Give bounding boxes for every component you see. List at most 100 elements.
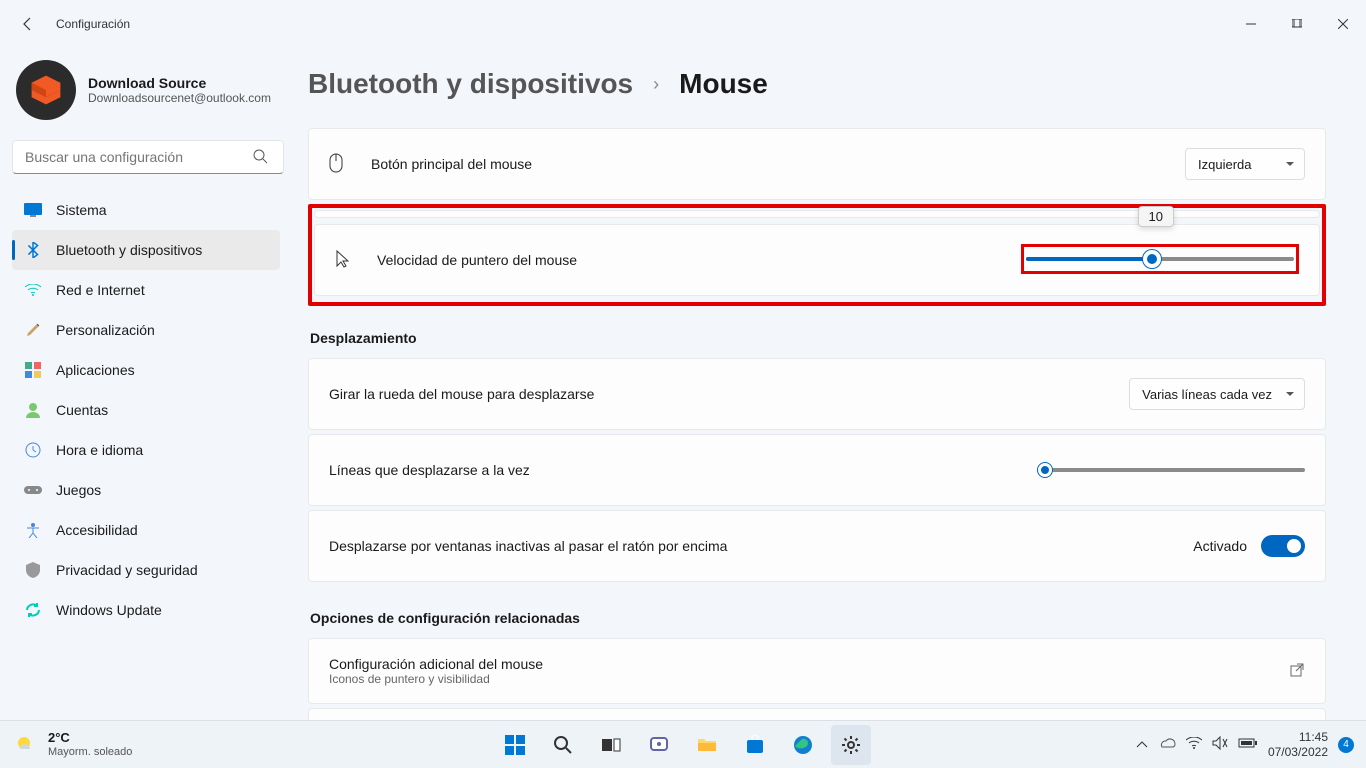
taskbar-edge[interactable] <box>783 725 823 765</box>
mouse-icon <box>329 153 351 176</box>
brush-icon <box>24 321 42 339</box>
onedrive-icon[interactable] <box>1158 737 1176 752</box>
breadcrumb-parent[interactable]: Bluetooth y dispositivos <box>308 68 633 100</box>
close-icon <box>1338 19 1348 29</box>
sidebar-item-gaming[interactable]: Juegos <box>12 470 280 510</box>
weather-desc: Mayorm. soleado <box>48 746 132 759</box>
search-box <box>12 140 292 174</box>
sidebar-item-system[interactable]: Sistema <box>12 190 280 230</box>
volume-icon[interactable] <box>1212 736 1228 753</box>
bluetooth-icon <box>24 241 42 259</box>
start-button[interactable] <box>495 725 535 765</box>
taskbar-search[interactable] <box>543 725 583 765</box>
edge-icon <box>792 734 814 756</box>
notification-badge[interactable]: 4 <box>1338 737 1354 753</box>
arrow-left-icon <box>20 16 36 32</box>
person-icon <box>24 401 42 419</box>
sidebar-item-accounts[interactable]: Cuentas <box>12 390 280 430</box>
maximize-icon <box>1292 19 1302 29</box>
wheel-scroll-select[interactable]: Varias líneas cada vez <box>1129 378 1305 410</box>
sidebar-item-network[interactable]: Red e Internet <box>12 270 280 310</box>
sidebar-item-time-language[interactable]: Hora e idioma <box>12 430 280 470</box>
window-title: Configuración <box>56 17 130 31</box>
taskbar-settings[interactable] <box>831 725 871 765</box>
gamepad-icon <box>24 481 42 499</box>
inactive-windows-label: Desplazarse por ventanas inactivas al pa… <box>329 538 727 554</box>
related-section-heading: Opciones de configuración relacionadas <box>310 610 1326 626</box>
task-view[interactable] <box>591 725 631 765</box>
profile-block[interactable]: Download Source Downloadsourcenet@outloo… <box>12 56 296 136</box>
accessibility-icon <box>24 521 42 539</box>
wifi-icon <box>24 281 42 299</box>
weather-icon <box>12 731 40 759</box>
taskbar-explorer[interactable] <box>687 725 727 765</box>
slider-tooltip: 10 <box>1138 206 1174 227</box>
taskbar: 2°C Mayorm. soleado 11:45 07/03/2022 4 <box>0 720 1366 768</box>
tray-chevron-icon[interactable] <box>1136 738 1148 752</box>
sidebar-item-label: Personalización <box>56 322 155 338</box>
sidebar-item-label: Juegos <box>56 482 101 498</box>
clock-time: 11:45 <box>1268 730 1328 744</box>
breadcrumb: Bluetooth y dispositivos › Mouse <box>308 48 1326 128</box>
sidebar-item-accessibility[interactable]: Accesibilidad <box>12 510 280 550</box>
sidebar-item-label: Accesibilidad <box>56 522 138 538</box>
sidebar-item-label: Windows Update <box>56 602 162 618</box>
sidebar-item-label: Hora e idioma <box>56 442 143 458</box>
weather-temp: 2°C <box>48 731 132 746</box>
back-button[interactable] <box>12 8 44 40</box>
folder-icon <box>696 735 718 755</box>
apps-icon <box>24 361 42 379</box>
title-bar: Configuración <box>0 0 1366 48</box>
primary-button-label: Botón principal del mouse <box>371 156 532 172</box>
wifi-tray-icon[interactable] <box>1186 737 1202 752</box>
sidebar-item-apps[interactable]: Aplicaciones <box>12 350 280 390</box>
chat-icon <box>648 734 670 756</box>
maximize-button[interactable] <box>1274 0 1320 48</box>
primary-button-card: Botón principal del mouse Izquierda <box>308 128 1326 200</box>
select-value: Varias líneas cada vez <box>1142 387 1272 402</box>
globe-clock-icon <box>24 441 42 459</box>
display-icon <box>24 201 42 219</box>
minimize-button[interactable] <box>1228 0 1274 48</box>
profile-email: Downloadsourcenet@outlook.com <box>88 91 271 105</box>
primary-button-select[interactable]: Izquierda <box>1185 148 1305 180</box>
highlight-annotation: 10 Velocidad de puntero del mouse <box>308 204 1326 306</box>
lines-at-once-slider[interactable] <box>1037 460 1305 480</box>
inactive-windows-toggle[interactable] <box>1261 535 1305 557</box>
external-link-icon <box>1289 662 1305 681</box>
sidebar-item-label: Sistema <box>56 202 107 218</box>
additional-mouse-settings-card[interactable]: Configuración adicional del mouse Iconos… <box>308 638 1326 704</box>
battery-icon[interactable] <box>1238 737 1258 752</box>
sidebar-item-privacy[interactable]: Privacidad y seguridad <box>12 550 280 590</box>
lines-at-once-card: Líneas que desplazarse a la vez <box>308 434 1326 506</box>
taskbar-store[interactable] <box>735 725 775 765</box>
mouse-pointer-card[interactable]: Puntero del mouse Tamaño y color del pun… <box>308 708 1326 720</box>
search-input[interactable] <box>12 140 284 174</box>
taskbar-clock[interactable]: 11:45 07/03/2022 <box>1268 730 1328 759</box>
cursor-icon <box>335 250 357 271</box>
select-value: Izquierda <box>1198 157 1251 172</box>
sidebar-item-label: Cuentas <box>56 402 108 418</box>
sidebar-item-bluetooth[interactable]: Bluetooth y dispositivos <box>12 230 280 270</box>
shield-icon <box>24 561 42 579</box>
sidebar-item-label: Bluetooth y dispositivos <box>56 242 202 258</box>
taskbar-chat[interactable] <box>639 725 679 765</box>
pointer-speed-card: Velocidad de puntero del mouse <box>314 224 1320 296</box>
close-button[interactable] <box>1320 0 1366 48</box>
clock-date: 07/03/2022 <box>1268 745 1328 759</box>
taskbar-weather[interactable]: 2°C Mayorm. soleado <box>0 731 132 759</box>
sidebar: Download Source Downloadsourcenet@outloo… <box>0 48 300 720</box>
gear-icon <box>840 734 862 756</box>
additional-subtitle: Iconos de puntero y visibilidad <box>329 672 543 686</box>
sidebar-item-update[interactable]: Windows Update <box>12 590 280 630</box>
pointer-speed-label: Velocidad de puntero del mouse <box>377 252 577 268</box>
pointer-speed-slider[interactable] <box>1026 249 1294 269</box>
windows-icon <box>503 733 527 757</box>
store-icon <box>744 734 766 756</box>
main-content: Bluetooth y dispositivos › Mouse Botón p… <box>300 48 1366 720</box>
inactive-windows-card: Desplazarse por ventanas inactivas al pa… <box>308 510 1326 582</box>
wheel-scroll-card: Girar la rueda del mouse para desplazars… <box>308 358 1326 430</box>
chevron-right-icon: › <box>653 74 659 95</box>
sidebar-item-personalization[interactable]: Personalización <box>12 310 280 350</box>
sidebar-item-label: Aplicaciones <box>56 362 135 378</box>
